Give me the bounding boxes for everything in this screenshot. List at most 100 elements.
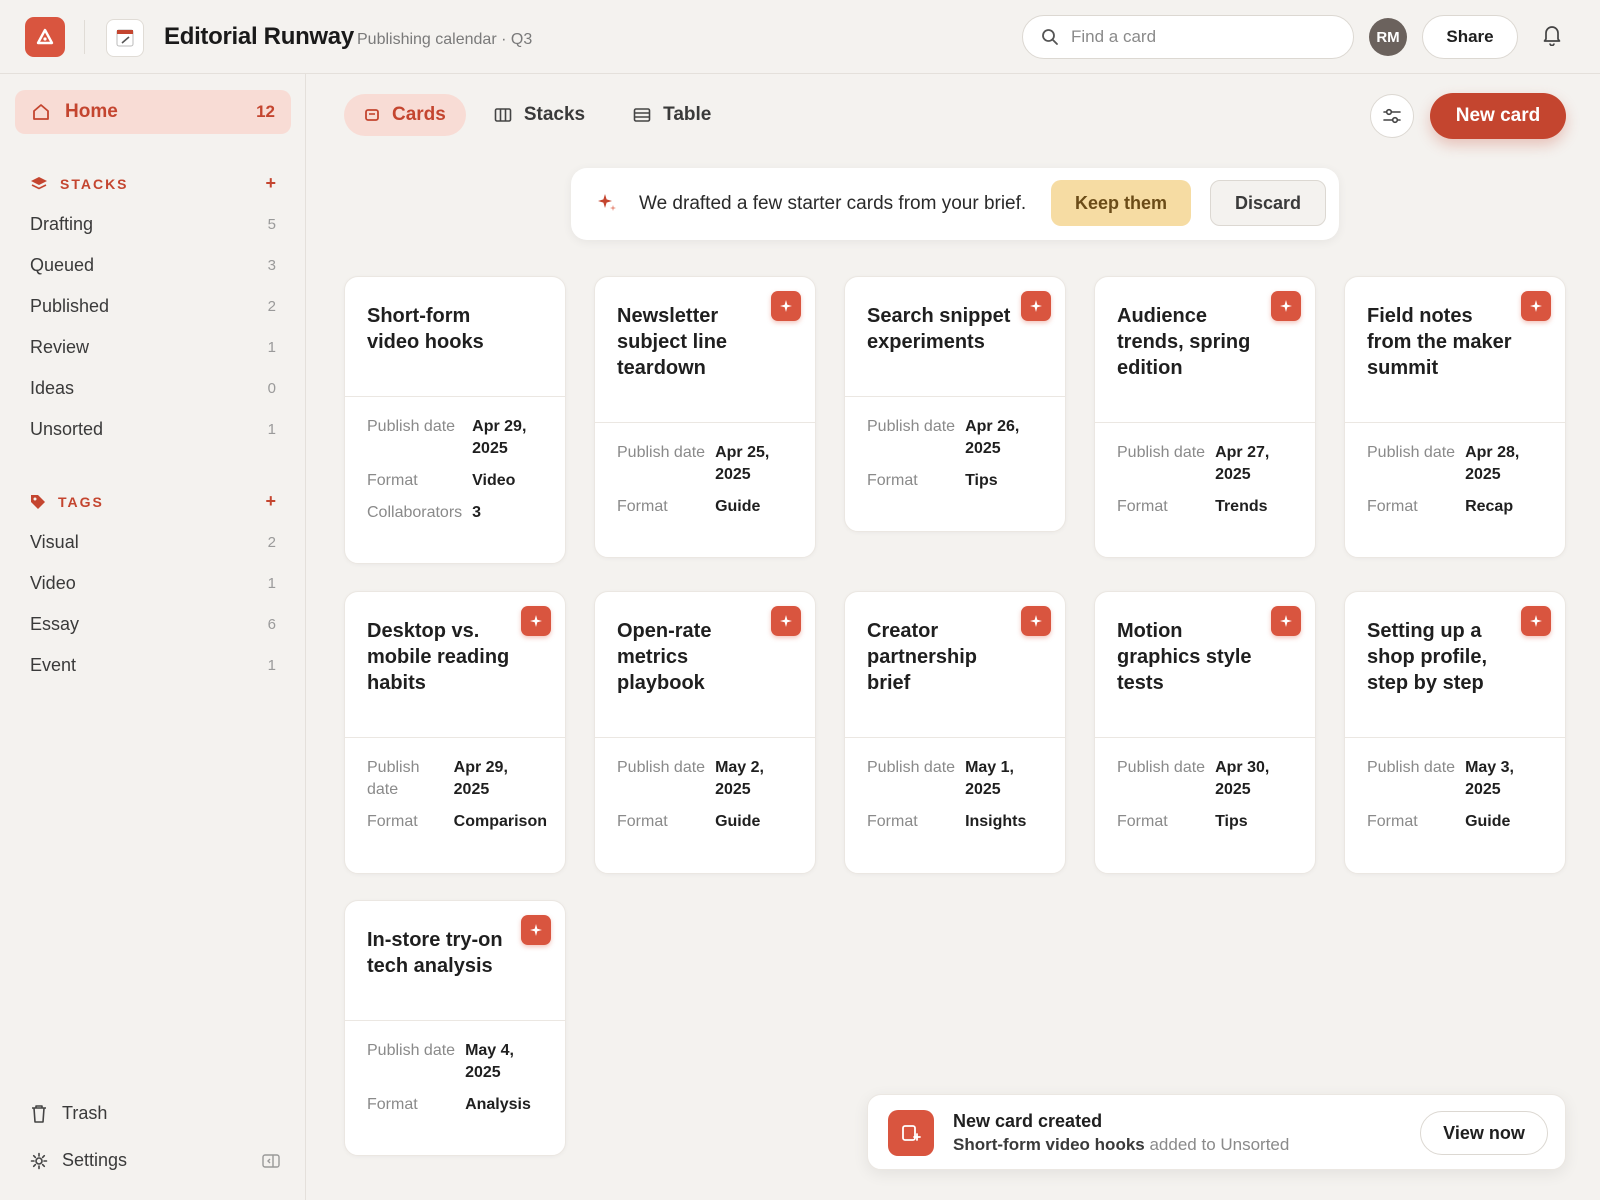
ai-sparkle-icon[interactable] [521, 915, 551, 945]
stacks-heading: STACKS [60, 175, 129, 192]
content-card[interactable]: Field notes from the maker summit Publish… [1344, 276, 1566, 558]
content-card[interactable]: Search snippet experiments Publish date Ap… [844, 276, 1066, 532]
meta-label: Format [617, 498, 668, 515]
search-box[interactable] [1022, 15, 1354, 59]
content-card[interactable]: Short-form video hooks Publish date Apr 29… [344, 276, 566, 564]
sparkle-icon [598, 194, 616, 211]
search-input[interactable] [1071, 27, 1331, 47]
card-title: Audience trends, spring edition [1117, 305, 1251, 379]
add-tag-button[interactable]: + [265, 491, 276, 512]
tab-cards[interactable]: Cards [344, 94, 466, 136]
meta-label: Format [1367, 813, 1418, 830]
format-value: Recap [1465, 498, 1514, 515]
meta-label: Format [1117, 813, 1168, 830]
columns-icon [494, 107, 512, 123]
meta-label: Collaborators [367, 504, 463, 521]
collapse-sidebar-icon[interactable] [262, 1153, 280, 1169]
sidebar-item-queued[interactable]: Queued 3 [30, 245, 276, 286]
sidebar-item-review[interactable]: Review 1 [30, 327, 276, 368]
card-meta: Publish date May 2, 2025 Format Guide [617, 757, 797, 833]
ai-sparkle-icon[interactable] [1271, 291, 1301, 321]
sidebar-item-event[interactable]: Event 1 [30, 645, 276, 686]
content-card[interactable]: Audience trends, spring edition Publish d… [1094, 276, 1316, 558]
sidebar-item-unsorted[interactable]: Unsorted 1 [30, 409, 276, 450]
sidebar-item-visual[interactable]: Visual 2 [30, 522, 276, 563]
sidebar-item-essay[interactable]: Essay 6 [30, 604, 276, 645]
content-card[interactable]: Desktop vs. mobile reading habits Publish… [344, 591, 566, 874]
content-card[interactable]: Newsletter subject line teardown Publish … [594, 276, 816, 558]
meta-label: Format [867, 813, 918, 830]
ai-sparkle-icon[interactable] [1021, 291, 1051, 321]
layers-icon [31, 176, 47, 189]
meta-label: Format [617, 813, 668, 830]
calendar-doc-icon[interactable] [106, 19, 144, 57]
meta-label: Publish date [1367, 759, 1456, 776]
add-stack-button[interactable]: + [265, 173, 276, 194]
sidebar-item-drafting[interactable]: Drafting 5 [30, 204, 276, 245]
meta-label: Publish date [367, 1042, 456, 1059]
sidebar-item-ideas[interactable]: Ideas 0 [30, 368, 276, 409]
sidebar-item-video[interactable]: Video 1 [30, 563, 276, 604]
sidebar: Home 12 STACKS + Drafting 5 Queued 3 Publi… [0, 74, 306, 1200]
sidebar-item-published[interactable]: Published 2 [30, 286, 276, 327]
ai-sparkle-icon[interactable] [1021, 606, 1051, 636]
content-card[interactable]: Open-rate metrics playbook Publish date Ma… [594, 591, 816, 874]
sidebar-item-label: Visual [30, 532, 79, 552]
tags-section-header: TAGS + [30, 491, 276, 512]
card-meta: Publish date May 1, 2025 Format Insights [867, 757, 1047, 833]
ai-sparkle-icon[interactable] [771, 291, 801, 321]
publish-date-value: Apr 26, 2025 [965, 418, 1020, 457]
ai-sparkle-icon[interactable] [521, 606, 551, 636]
keep-them-button[interactable]: Keep them [1051, 180, 1191, 226]
share-button[interactable]: Share [1422, 15, 1518, 59]
sliders-icon [1383, 108, 1401, 124]
meta-label: Format [367, 472, 418, 489]
filter-button[interactable] [1370, 94, 1414, 138]
sidebar-item-trash[interactable]: Trash [30, 1103, 280, 1124]
app-logo[interactable] [25, 17, 65, 57]
card-meta: Publish date May 4, 2025 Format Analysis [367, 1040, 547, 1116]
sidebar-item-count: 1 [267, 657, 276, 674]
card-divider [1095, 422, 1315, 423]
meta-label: Publish date [617, 759, 706, 776]
collaborators-value: 3 [472, 504, 482, 521]
stacks-list: Drafting 5 Queued 3 Published 2 Review 1 Ide… [30, 204, 276, 450]
card-meta: Publish date Apr 29, 2025 Format Comparison [367, 757, 547, 833]
card-meta: Publish date Apr 26, 2025 Format Tips [867, 416, 1047, 492]
app-subtitle: Publishing calendar · Q3 [357, 31, 533, 48]
sidebar-item-label: Essay [30, 614, 80, 634]
ai-sparkle-icon[interactable] [1521, 606, 1551, 636]
ai-sparkle-icon[interactable] [1271, 606, 1301, 636]
divider [84, 20, 85, 54]
view-now-button[interactable]: View now [1420, 1111, 1548, 1155]
new-card-button[interactable]: New card [1430, 93, 1566, 139]
content-card[interactable]: Motion graphics style tests Publish date A… [1094, 591, 1316, 874]
sidebar-item-home[interactable]: Home 12 [15, 90, 291, 134]
card-divider [845, 737, 1065, 738]
avatar[interactable]: RM [1369, 18, 1407, 56]
content-card[interactable]: Creator partnership brief Publish date May… [844, 591, 1066, 874]
content-card[interactable]: Setting up a shop profile, step by step P… [1344, 591, 1566, 874]
tag-icon [31, 494, 45, 509]
ai-sparkle-icon[interactable] [1521, 291, 1551, 321]
meta-label: Format [867, 472, 918, 489]
card-title: Creator partnership brief [867, 620, 978, 694]
sidebar-item-count: 1 [267, 421, 276, 438]
tab-label: Stacks [523, 104, 586, 125]
search-icon [1042, 29, 1058, 45]
bell-icon[interactable] [1542, 24, 1562, 51]
meta-label: Publish date [617, 444, 706, 461]
publish-date-value: Apr 29, 2025 [453, 759, 508, 798]
tab-table[interactable]: Table [613, 94, 731, 136]
logo-triangle-icon [36, 28, 54, 45]
tab-stacks[interactable]: Stacks [474, 94, 605, 136]
app-title: Editorial Runway [164, 23, 354, 50]
sidebar-item-label: Unsorted [30, 419, 104, 439]
card-divider [345, 1020, 565, 1021]
sidebar-item-count: 6 [267, 616, 276, 633]
toast-card-name: Short-form video hooks [953, 1135, 1145, 1154]
content-card[interactable]: In-store try-on tech analysis Publish dat… [344, 900, 566, 1156]
sidebar-item-settings[interactable]: Settings [30, 1150, 280, 1171]
discard-button[interactable]: Discard [1210, 180, 1326, 226]
ai-sparkle-icon[interactable] [771, 606, 801, 636]
